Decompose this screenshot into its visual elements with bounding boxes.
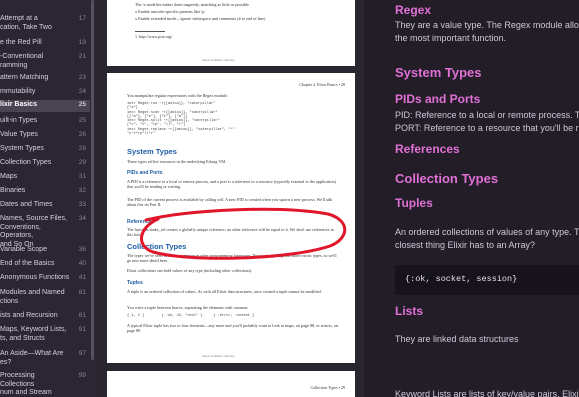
toc-item-label: Variable Scope	[0, 246, 47, 253]
sidebar-scrollbar[interactable]	[91, 0, 94, 360]
heading-tuples: Tuples	[395, 196, 433, 210]
toc-item-label: Maps, Keyword Lists, ts, and Structs	[0, 326, 67, 342]
toc-item-page: 29	[78, 159, 86, 166]
toc-item-page: 17	[78, 15, 86, 22]
toc-item[interactable]: An Aside—What Are es? 97	[0, 349, 90, 369]
toc-item-label: lixir Basics	[0, 101, 37, 108]
toc-item-label: Dates and Times	[0, 201, 53, 208]
toc-item-page: 26	[78, 131, 86, 138]
toc-item-label: Processing Collections num and Stream	[0, 372, 52, 396]
toc-item-label: attern Matching	[0, 74, 49, 81]
toc-item-page: 25	[78, 117, 86, 124]
toc-item[interactable]: Variable Scope 36	[0, 245, 90, 257]
panel-text: They are a value type. The Regex module …	[395, 20, 579, 30]
toc-item-label: End of the Basics	[0, 260, 55, 267]
toc-item-page: 97	[78, 350, 86, 357]
toc-item[interactable]: Maps, Keyword Lists, ts, and Structs 91	[0, 325, 90, 345]
toc-item[interactable]: mmutability 24	[0, 87, 90, 99]
pdf-viewer[interactable]: The /x modifier makes them ungreedy, mat…	[98, 0, 364, 397]
toc-item-page: 34	[78, 215, 86, 222]
panel-text: PORT: Reference to a resource that you'l…	[395, 123, 579, 133]
toc-item[interactable]: Binaries 32	[0, 186, 90, 198]
toc-item[interactable]: Collection Types 29	[0, 158, 90, 170]
panel-text: closest thing Elixir has to an Array?	[395, 240, 536, 250]
toc-item-label: Attempt at a cation, Take Two	[0, 15, 52, 31]
toc-item[interactable]: System Types 28	[0, 144, 90, 156]
toc-item-page: 24	[78, 88, 86, 95]
toc-item-page: 33	[78, 201, 86, 208]
toc-item[interactable]: Names, Source Files, Conventions, Operat…	[0, 214, 90, 248]
toc-item[interactable]: Maps 31	[0, 172, 90, 184]
toc-item-page: 23	[78, 74, 86, 81]
toc-item-page: 99	[78, 372, 86, 379]
toc-item-label: Anonymous Functions	[0, 274, 70, 281]
toc-item-label: An Aside—What Are es?	[0, 350, 64, 366]
toc-item-page: 41	[78, 274, 86, 281]
toc-item-label: -Conventional ramming	[0, 53, 44, 69]
annotation-stroke	[140, 207, 347, 260]
toc-item[interactable]: Attempt at a cation, Take Two 17	[0, 14, 90, 34]
heading-collection-types: Collection Types	[395, 171, 499, 186]
toc-item-page: 61	[78, 289, 86, 296]
heading-regex: Regex	[395, 3, 432, 17]
toc-item-page: 91	[78, 326, 86, 333]
toc-item-label: Binaries	[0, 187, 26, 194]
toc-item-page: 40	[78, 260, 86, 267]
toc-item[interactable]: uilt-in Types 25	[0, 116, 90, 128]
toc-item-page: 28	[78, 145, 86, 152]
code-block: {:ok, socket, session}	[395, 265, 579, 295]
panel-text: An ordered collections of values of any …	[395, 227, 579, 237]
toc-item-page: 36	[78, 246, 86, 253]
toc-item-page: 31	[78, 173, 86, 180]
toc-item-label: Names, Source Files, Conventions, Operat…	[0, 215, 67, 248]
toc-item-page: 19	[78, 39, 86, 46]
toc-item[interactable]: ists and Recursion 81	[0, 311, 90, 323]
toc-item-label: uilt-in Types	[0, 117, 38, 124]
toc-item[interactable]: lixir Basics 25	[0, 100, 90, 112]
panel-text: PID: Reference to a local or remote proc…	[395, 110, 579, 120]
code-text: {:ok, socket, session}	[405, 274, 518, 284]
toc-item[interactable]: e the Red Pill 19	[0, 38, 90, 50]
red-annotation-circle	[140, 207, 347, 260]
toc-sidebar: Attempt at a cation, Take Two 17 e the Red…	[0, 0, 98, 397]
heading-system-types: System Types	[395, 65, 482, 80]
toc-item[interactable]: Dates and Times 33	[0, 200, 90, 212]
toc-item[interactable]: -Conventional ramming 21	[0, 52, 90, 72]
toc-item-label: Collection Types	[0, 159, 52, 166]
toc-item-page: 21	[78, 53, 86, 60]
toc-item-label: e the Red Pill	[0, 39, 42, 46]
panel-text: They are linked data structures	[395, 334, 519, 344]
toc-item-label: Maps	[0, 173, 18, 180]
toc-item-page: 32	[78, 187, 86, 194]
panel-text: the most important function.	[395, 33, 507, 43]
toc-item[interactable]: Anonymous Functions 41	[0, 273, 90, 285]
toc-item[interactable]: Modules and Named ctions 61	[0, 288, 90, 308]
toc-item-label: ists and Recursion	[0, 312, 58, 319]
heading-lists: Lists	[395, 304, 424, 318]
heading-pids-ports: PIDs and Ports	[395, 92, 481, 106]
toc-item-label: mmutability	[0, 88, 36, 95]
toc-item[interactable]: Value Types 26	[0, 130, 90, 142]
toc-item-label: System Types	[0, 145, 44, 152]
toc-item[interactable]: Processing Collections num and Stream 99	[0, 371, 90, 396]
notes-panel[interactable]: Regex They are a value type. The Regex m…	[364, 0, 579, 397]
panel-text-keyword-lists: Keyword Lists are lists of key/value pai…	[395, 389, 579, 397]
toc-item-page: 81	[78, 312, 86, 319]
toc-item[interactable]: End of the Basics 40	[0, 259, 90, 271]
heading-references: References	[395, 142, 460, 156]
toc-item-label: Modules and Named ctions	[0, 289, 65, 305]
toc-item-page: 25	[78, 101, 86, 108]
toc-item-label: Value Types	[0, 131, 38, 138]
toc-item[interactable]: attern Matching 23	[0, 73, 90, 85]
